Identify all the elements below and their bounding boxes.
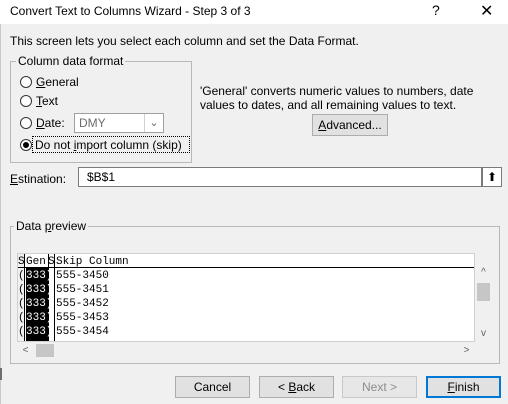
scroll-up-icon[interactable]: ^ [475, 264, 492, 281]
back-button[interactable]: < Back [259, 376, 334, 398]
window-left-edge [0, 24, 1, 404]
radio-text[interactable] [20, 95, 32, 107]
destination-label: Estination: [10, 172, 67, 186]
finish-button[interactable]: Finish [426, 376, 501, 398]
window-title: Convert Text to Columns Wizard - Step 3 … [10, 4, 251, 18]
cancel-button[interactable]: Cancel [175, 376, 250, 398]
radio-skip-column[interactable] [20, 139, 32, 151]
preview-header-row: S Gen S Skip Column [18, 254, 474, 268]
advanced-button[interactable]: Advanced... [312, 114, 388, 136]
next-button[interactable]: Next > [342, 376, 417, 398]
scroll-down-icon[interactable]: v [475, 325, 492, 342]
format-description: 'General' converts numeric values to num… [200, 84, 474, 112]
scroll-thumb-horizontal[interactable] [36, 344, 54, 357]
preview-horizontal-scrollbar[interactable]: < > [17, 342, 475, 359]
preview-header[interactable]: Skip Column [56, 255, 129, 269]
destination-input[interactable]: $B$1 [78, 167, 482, 187]
column-divider [54, 254, 55, 341]
date-format-value: DMY [79, 116, 106, 130]
scroll-right-icon[interactable]: > [458, 342, 475, 359]
radio-date[interactable] [20, 117, 32, 129]
radio-date-label[interactable]: Date: [36, 116, 65, 130]
close-button[interactable]: ✕ [480, 1, 493, 21]
chevron-down-icon[interactable]: ⌄ [144, 114, 163, 132]
help-button[interactable]: ? [432, 2, 440, 18]
data-preview-legend: Data preview [14, 219, 89, 233]
preview-header[interactable]: Gen [26, 255, 46, 269]
data-preview-grid[interactable]: S Gen S Skip Column (333) 555-3450 (333) 5… [17, 253, 475, 342]
radio-skip-column-label[interactable]: Do not import column (skip) [35, 138, 182, 152]
preview-vertical-scrollbar[interactable]: ^ v [475, 264, 492, 342]
radio-text-label[interactable]: Text [36, 94, 58, 108]
resize-notch [0, 368, 2, 380]
scroll-thumb-vertical[interactable] [477, 283, 490, 301]
radio-general-label[interactable]: General [36, 75, 79, 89]
date-format-select[interactable]: DMY ⌄ [74, 113, 164, 133]
intro-text: This screen lets you select each column … [10, 34, 359, 48]
radio-general[interactable] [20, 76, 32, 88]
scroll-left-icon[interactable]: < [17, 342, 34, 359]
collapse-dialog-icon[interactable]: ⬆ [482, 167, 502, 187]
column-data-format-legend: Column data format [16, 54, 126, 68]
